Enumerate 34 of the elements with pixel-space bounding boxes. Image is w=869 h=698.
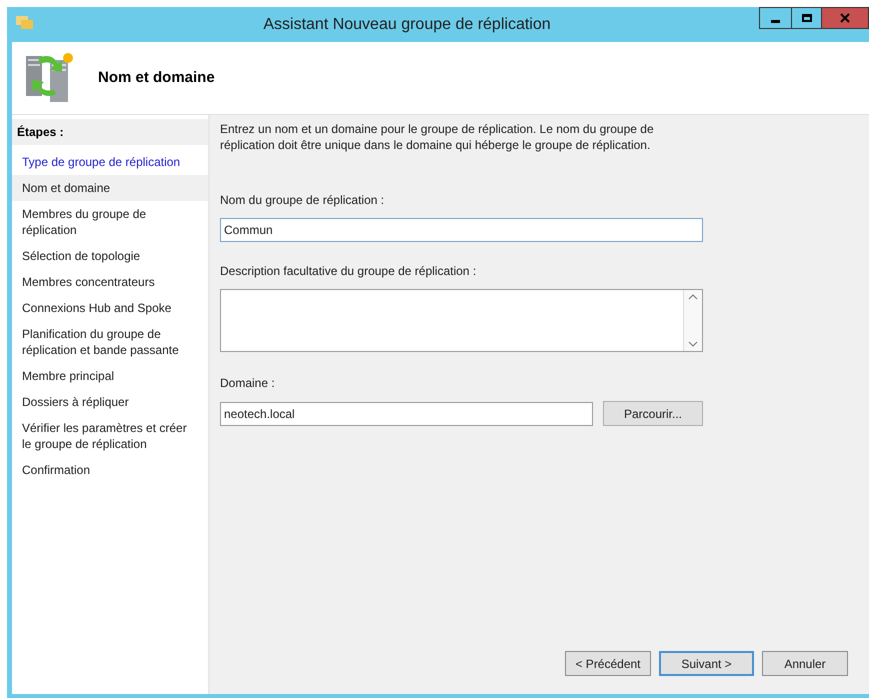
step-item[interactable]: Sélection de topologie — [12, 243, 208, 269]
window-title: Assistant Nouveau groupe de réplication — [262, 14, 552, 34]
maximize-button[interactable] — [792, 7, 822, 29]
step-item[interactable]: Nom et domaine — [12, 175, 208, 201]
scroll-down-icon[interactable] — [688, 341, 698, 347]
step-item[interactable]: Membres du groupe de réplication — [12, 201, 208, 243]
intro-text: Entrez un nom et un domaine pour le groupe de réplication. Le nom du groupe de réplication doit être unique dans le domaine qui héberge le groupe de réplication. — [220, 121, 655, 153]
minimize-icon — [771, 20, 780, 22]
step-item[interactable]: Connexions Hub and Spoke — [12, 295, 208, 321]
step-item[interactable]: Vérifier les paramètres et créer le groupe de réplication — [12, 415, 208, 457]
wizard-button[interactable]: < Précédent — [565, 651, 651, 676]
browse-button[interactable]: Parcourir... — [603, 401, 703, 426]
step-item[interactable]: Confirmation — [12, 457, 208, 483]
page-title: Nom et domaine — [98, 68, 215, 88]
step-item[interactable]: Membre principal — [12, 363, 208, 389]
name-input[interactable]: Commun — [220, 218, 703, 242]
description-textarea[interactable] — [220, 289, 703, 352]
step-item[interactable]: Planification du groupe de réplication et bande passante — [12, 321, 208, 363]
folders-icon — [15, 13, 35, 31]
steps-heading: Étapes : — [12, 119, 208, 145]
field-label: Nom du groupe de réplication : — [220, 192, 386, 209]
step-item[interactable]: Membres concentrateurs — [12, 269, 208, 295]
close-icon — [840, 13, 850, 23]
wizard-button[interactable]: Suivant > — [659, 651, 754, 676]
field-label: Domaine : — [220, 375, 276, 392]
domain-input[interactable]: neotech.local — [220, 402, 593, 426]
scroll-up-icon[interactable] — [688, 294, 698, 300]
close-button[interactable] — [822, 7, 869, 29]
minimize-button[interactable] — [759, 7, 792, 29]
step-item[interactable]: Dossiers à répliquer — [12, 389, 208, 415]
wizard-button[interactable]: Annuler — [762, 651, 848, 676]
field-label: Description facultative du groupe de réplication : — [220, 263, 478, 280]
step-item[interactable]: Type de groupe de réplication — [12, 149, 208, 175]
maximize-icon — [802, 14, 812, 22]
